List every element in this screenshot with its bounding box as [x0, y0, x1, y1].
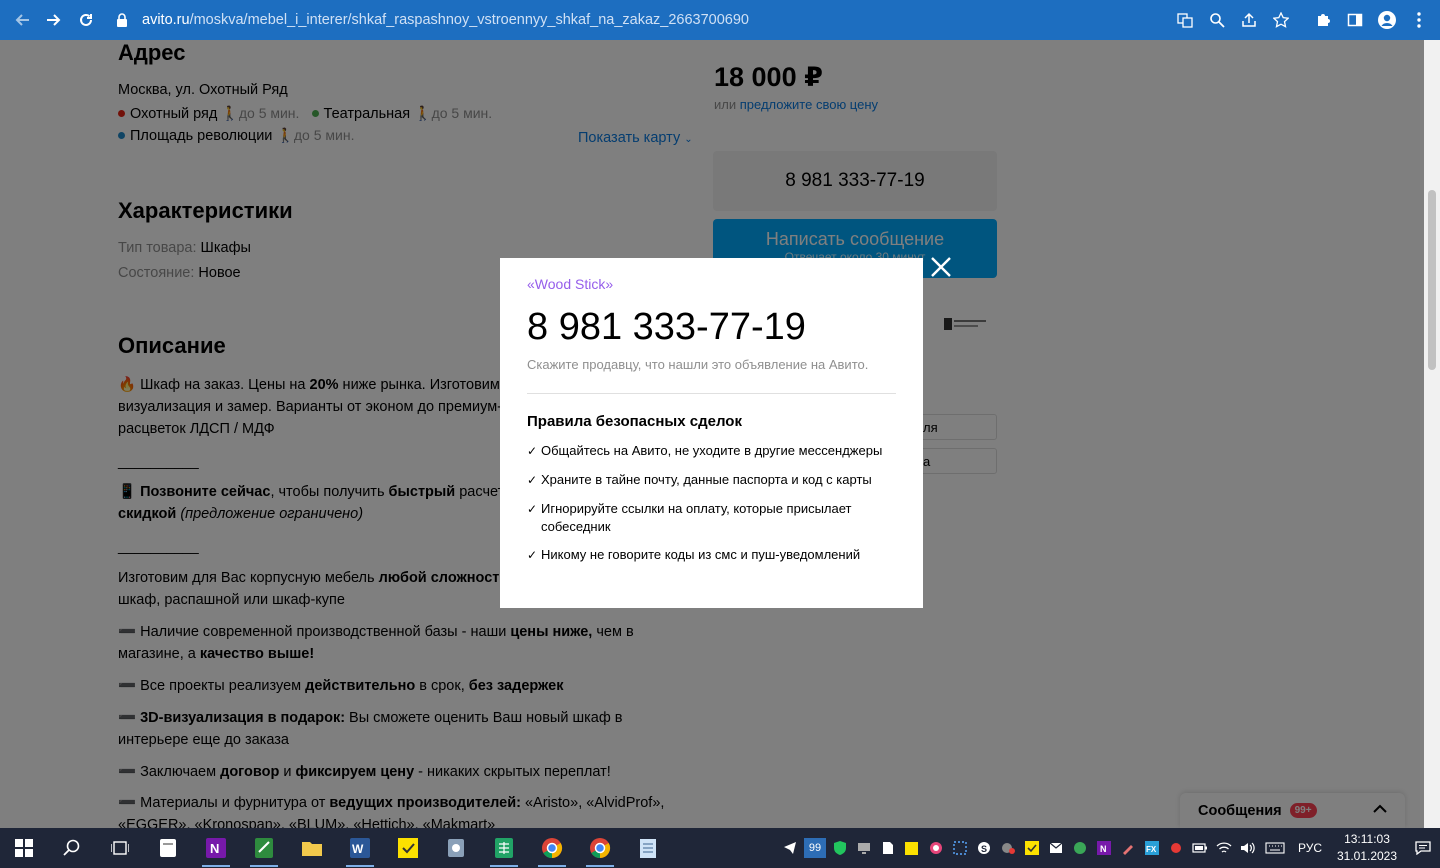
svg-text:N: N — [210, 841, 219, 856]
svg-text:N: N — [1100, 844, 1107, 854]
onenote-tray-icon[interactable]: N — [1094, 838, 1114, 858]
rule-item: ✓ Храните в тайне почту, данные паспорта … — [527, 472, 872, 487]
notes-app-icon[interactable] — [240, 828, 288, 868]
rule-item: ✓ Игнорируйте ссылки на оплату, которые п… — [527, 501, 852, 534]
lock-icon — [116, 13, 136, 27]
skype-icon[interactable]: S — [974, 838, 994, 858]
windows-start-icon[interactable] — [0, 828, 48, 868]
notifications-icon[interactable] — [1406, 838, 1440, 858]
search-icon[interactable] — [48, 828, 96, 868]
spreadsheet-icon[interactable] — [480, 828, 528, 868]
red-app-icon[interactable] — [1166, 838, 1186, 858]
phone-modal: «Wood Stick» 8 981 333-77-19 Скажите про… — [500, 258, 923, 608]
close-icon[interactable] — [926, 254, 956, 284]
telegram-icon[interactable] — [780, 838, 800, 858]
check-icon: ✓ — [527, 444, 538, 458]
sidepanel-icon[interactable] — [1342, 7, 1368, 33]
word-icon[interactable]: W — [336, 828, 384, 868]
page-scrollbar[interactable] — [1424, 40, 1440, 828]
battery-icon[interactable] — [1190, 838, 1210, 858]
tray-counter[interactable]: 99 — [803, 838, 826, 858]
clock-date: 31.01.2023 — [1336, 849, 1398, 863]
notepad-icon[interactable] — [624, 828, 672, 868]
url-path: /moskva/mebel_i_interer/shkaf_raspashnoy… — [189, 12, 749, 28]
paint-icon[interactable] — [1118, 838, 1138, 858]
url-host: avito.ru — [142, 12, 190, 28]
chrome-icon[interactable] — [528, 828, 576, 868]
display-icon[interactable] — [854, 838, 874, 858]
phone-hint: Скажите продавцу, что нашли это объявлен… — [527, 357, 869, 372]
seller-name[interactable]: «Wood Stick» — [527, 276, 613, 292]
clock-time: 13:11:03 — [1344, 832, 1390, 846]
target-icon[interactable] — [926, 838, 946, 858]
chrome-profile-icon[interactable] — [576, 828, 624, 868]
task-view-icon[interactable] — [96, 828, 144, 868]
scrollbar-thumb[interactable] — [1428, 190, 1436, 370]
bookmark-star-icon[interactable] — [1268, 7, 1294, 33]
svg-text:W: W — [352, 842, 364, 856]
sticky-tray-icon[interactable] — [902, 838, 922, 858]
reload-icon[interactable] — [70, 4, 102, 36]
extensions-icon[interactable] — [1310, 7, 1336, 33]
document-icon[interactable] — [878, 838, 898, 858]
fx-app-icon[interactable]: FX — [1142, 838, 1162, 858]
page-content: Адрес Москва, ул. Охотный Ряд Охотный ря… — [0, 40, 1424, 828]
taskbar: N W 99 S N FX РУС 13:11:03 31.01.2023 — [0, 828, 1440, 868]
volume-icon[interactable] — [1238, 838, 1258, 858]
screenshot-icon[interactable] — [950, 838, 970, 858]
address-bar[interactable]: avito.ru/moskva/mebel_i_interer/shkaf_ra… — [104, 4, 1300, 36]
tools-app-icon[interactable] — [432, 828, 480, 868]
phone-number: 8 981 333-77-19 — [527, 306, 806, 348]
menu-kebab-icon[interactable] — [1406, 7, 1432, 33]
wifi-icon[interactable] — [1214, 838, 1234, 858]
sticky-notes-icon[interactable] — [384, 828, 432, 868]
translate-icon[interactable] — [1172, 7, 1198, 33]
notification-app-icon[interactable] — [998, 838, 1018, 858]
check-icon: ✓ — [527, 473, 538, 487]
mail-icon[interactable] — [1046, 838, 1066, 858]
svg-text:FX: FX — [1146, 845, 1157, 854]
svg-text:S: S — [981, 844, 987, 854]
keyboard-icon[interactable] — [1262, 838, 1288, 858]
check-icon: ✓ — [527, 502, 538, 516]
network-app-icon[interactable] — [1070, 838, 1090, 858]
browser-toolbar: avito.ru/moskva/mebel_i_interer/shkaf_ra… — [0, 0, 1440, 40]
forward-icon[interactable] — [38, 4, 70, 36]
shield-icon[interactable] — [830, 838, 850, 858]
divider — [527, 393, 896, 394]
system-tray: 99 S N FX РУС 13:11:03 31.01.2023 — [780, 828, 1440, 868]
zoom-icon[interactable] — [1204, 7, 1230, 33]
rules-title: Правила безопасных сделок — [527, 413, 742, 430]
onenote-icon[interactable]: N — [192, 828, 240, 868]
profile-avatar-icon[interactable] — [1374, 7, 1400, 33]
rule-item: ✓ Общайтесь на Авито, не уходите в другие… — [527, 443, 883, 458]
clock[interactable]: 13:11:03 31.01.2023 — [1332, 831, 1402, 865]
files-app-icon[interactable] — [144, 828, 192, 868]
checklist-icon[interactable] — [1022, 838, 1042, 858]
share-icon[interactable] — [1236, 7, 1262, 33]
input-language[interactable]: РУС — [1298, 841, 1322, 855]
back-icon[interactable] — [6, 4, 38, 36]
file-explorer-icon[interactable] — [288, 828, 336, 868]
rule-item: ✓ Никому не говорите коды из смс и пуш-ув… — [527, 547, 861, 562]
check-icon: ✓ — [527, 548, 538, 562]
